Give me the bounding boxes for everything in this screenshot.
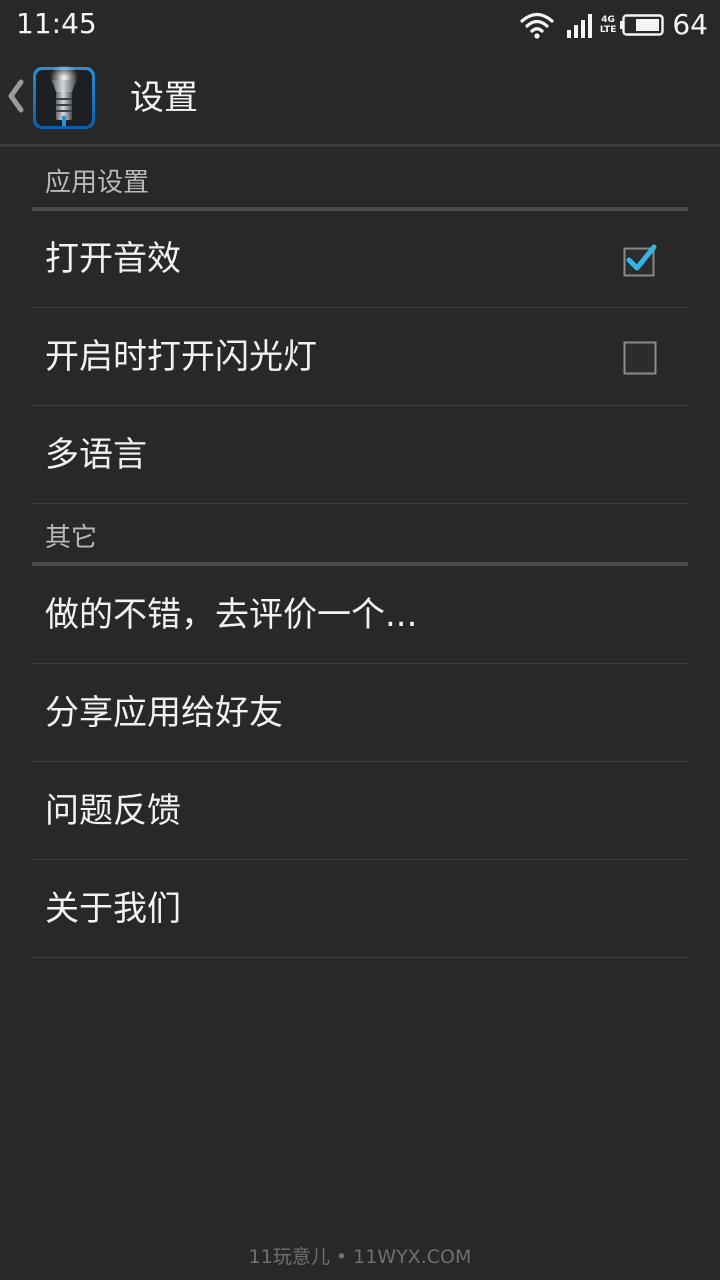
pref-flashlight-on-start[interactable]: 开启时打开闪光灯	[32, 308, 688, 406]
section-header-app-settings: 应用设置	[32, 153, 688, 211]
pref-label: 开启时打开闪光灯	[45, 337, 317, 377]
cell-signal-icon	[566, 14, 592, 38]
pref-languages[interactable]: 多语言	[32, 406, 688, 504]
status-icons: 4G LTE 64	[520, 8, 708, 42]
battery-level: 64	[672, 8, 708, 41]
pref-label: 多语言	[45, 435, 147, 475]
pref-feedback[interactable]: 问题反馈	[32, 762, 688, 860]
status-bar: 11:45 4G LTE 64	[0, 0, 720, 51]
watermark: 11玩意儿 • 11WYX.COM	[248, 1246, 472, 1268]
flashlight-on-start-checkbox[interactable]	[623, 341, 657, 375]
pref-sound-effects[interactable]: 打开音效	[32, 210, 688, 308]
network-type-badge: 4G LTE	[600, 15, 617, 35]
pref-label: 做的不错，去评价一个...	[45, 595, 418, 635]
pref-label: 打开音效	[45, 239, 181, 279]
pref-label: 问题反馈	[45, 791, 181, 831]
chevron-left-icon[interactable]	[4, 76, 26, 116]
section-title: 其它	[45, 523, 98, 553]
battery-icon	[620, 14, 665, 36]
network-subtype: LTE	[599, 25, 617, 35]
pref-about-us[interactable]: 关于我们	[32, 860, 688, 958]
status-time: 11:45	[16, 7, 97, 40]
pref-rate-app[interactable]: 做的不错，去评价一个...	[32, 566, 688, 664]
wifi-icon	[520, 12, 554, 39]
pref-share-app[interactable]: 分享应用给好友	[32, 664, 688, 762]
flashlight-app-icon[interactable]	[32, 66, 96, 130]
network-type: 4G	[601, 15, 615, 25]
action-bar: 设置	[0, 50, 720, 147]
section-title: 应用设置	[45, 168, 150, 198]
pref-label: 关于我们	[45, 889, 181, 929]
pref-label: 分享应用给好友	[45, 693, 283, 733]
page-title: 设置	[130, 78, 198, 118]
section-header-other: 其它	[32, 508, 688, 566]
sound-effects-checkbox[interactable]	[623, 243, 657, 277]
